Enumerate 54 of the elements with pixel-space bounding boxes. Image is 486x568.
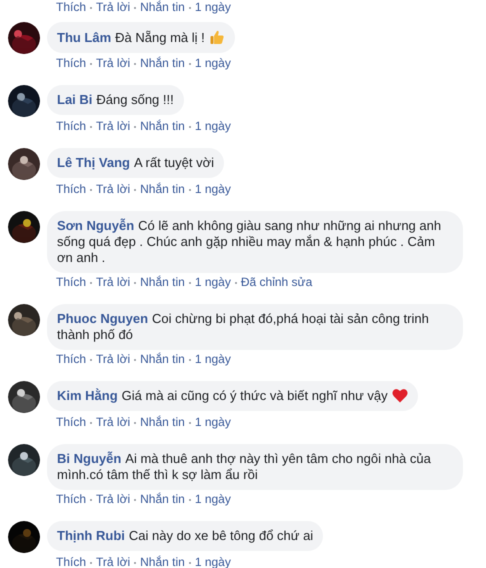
comment-action-link[interactable]: Nhắn tin [140, 555, 185, 568]
comment-timestamp[interactable]: 1 ngày [194, 275, 231, 290]
comment-action-link[interactable]: Trả lời [96, 119, 130, 134]
comment-author-link[interactable]: Sơn Nguyễn [57, 218, 134, 233]
comment-action-link[interactable]: Nhắn tin [140, 492, 185, 507]
comment-action-link[interactable]: Thích [56, 56, 86, 71]
comment-timestamp[interactable]: 1 ngày [194, 352, 231, 367]
comment-action-link[interactable]: Thích [56, 119, 86, 134]
comment-text: Lai Bi Đáng sống !!! [57, 92, 174, 108]
comment-author-link[interactable]: Thịnh Rubi [57, 528, 125, 543]
comment-author-link[interactable]: Lai Bi [57, 92, 92, 107]
comment-action-link[interactable]: Thích [56, 352, 86, 367]
comment-timestamp[interactable]: 1 ngày [194, 182, 231, 197]
comment-action-link[interactable]: Trả lời [96, 492, 130, 507]
heart-icon [392, 388, 408, 403]
comment-text: Thịnh Rubi Cai này do xe bê tông đổ chứ ai [57, 528, 314, 544]
comment-action-link[interactable]: Thích [56, 182, 86, 197]
comment-timestamp[interactable]: 1 ngày [194, 119, 231, 134]
comment-action-link[interactable]: Nhắn tin [140, 56, 185, 71]
comment-action-link[interactable]: Nhắn tin [140, 275, 185, 290]
comment-author-link[interactable]: Phuoc Nguyen [57, 311, 148, 326]
comment-action-link[interactable]: Thích [56, 0, 86, 15]
comment-text: Kim Hằng Giá mà ai cũng có ý thức và biết nghĩ như vậy [57, 388, 408, 404]
comment-action-link[interactable]: Trả lời [96, 56, 130, 71]
comment-action-link[interactable]: Nhắn tin [140, 415, 185, 430]
comment-action-link[interactable]: Nhắn tin [140, 0, 185, 15]
comment-timestamp[interactable]: 1 ngày [194, 492, 231, 507]
comment-text: Thu Lâm Đà Nẵng mà lị ! [57, 29, 225, 46]
comment-text: Lê Thị Vang A rất tuyệt vời [57, 155, 214, 171]
thumbs-up-icon [208, 29, 225, 45]
comment-timestamp[interactable]: 1 ngày [194, 56, 231, 71]
comment-action-link[interactable]: Trả lời [96, 182, 130, 197]
comment-action-link[interactable]: Trả lời [96, 352, 130, 367]
comment-action-link[interactable]: Thích [56, 555, 86, 568]
comment-timestamp[interactable]: 1 ngày [194, 0, 231, 15]
comment-action-link[interactable]: Thích [56, 275, 86, 290]
comment-action-link[interactable]: Trả lời [96, 0, 130, 15]
comment-action-link[interactable]: Trả lời [96, 415, 130, 430]
comment-text: Sơn Nguyễn Có lẽ anh không giàu sang như những ai nhưng anh sống quá đẹp . Chúc anh gặp nhiều may mắn & hạnh phúc . Cảm ơn anh . [57, 218, 442, 266]
comment-text: Bi Nguyễn Ai mà thuê anh thợ này thì yên tâm cho ngôi nhà của mình.có tâm thế thì k sợ làm ẩu rồi [57, 451, 432, 483]
comment-action-link[interactable]: Thích [56, 492, 86, 507]
comment-timestamp[interactable]: 1 ngày [194, 415, 231, 430]
comment-author-link[interactable]: Kim Hằng [57, 388, 118, 403]
comment-author-link[interactable]: Lê Thị Vang [57, 155, 130, 170]
comment-author-link[interactable]: Bi Nguyễn [57, 451, 122, 466]
comment-author-link[interactable]: Thu Lâm [57, 30, 112, 45]
edited-link[interactable]: Đã chỉnh sửa [240, 275, 312, 290]
comment-action-link[interactable]: Thích [56, 415, 86, 430]
comment-action-link[interactable]: Trả lời [96, 275, 130, 290]
comment-action-link[interactable]: Nhắn tin [140, 182, 185, 197]
comment-action-link[interactable]: Nhắn tin [140, 352, 185, 367]
comment-action-link[interactable]: Trả lời [96, 555, 130, 568]
comment-action-link[interactable]: Nhắn tin [140, 119, 185, 134]
comment-text: Phuoc Nguyen Coi chừng bi phạt đó,phá hoại tài sản công trinh thành phố đó [57, 311, 430, 343]
